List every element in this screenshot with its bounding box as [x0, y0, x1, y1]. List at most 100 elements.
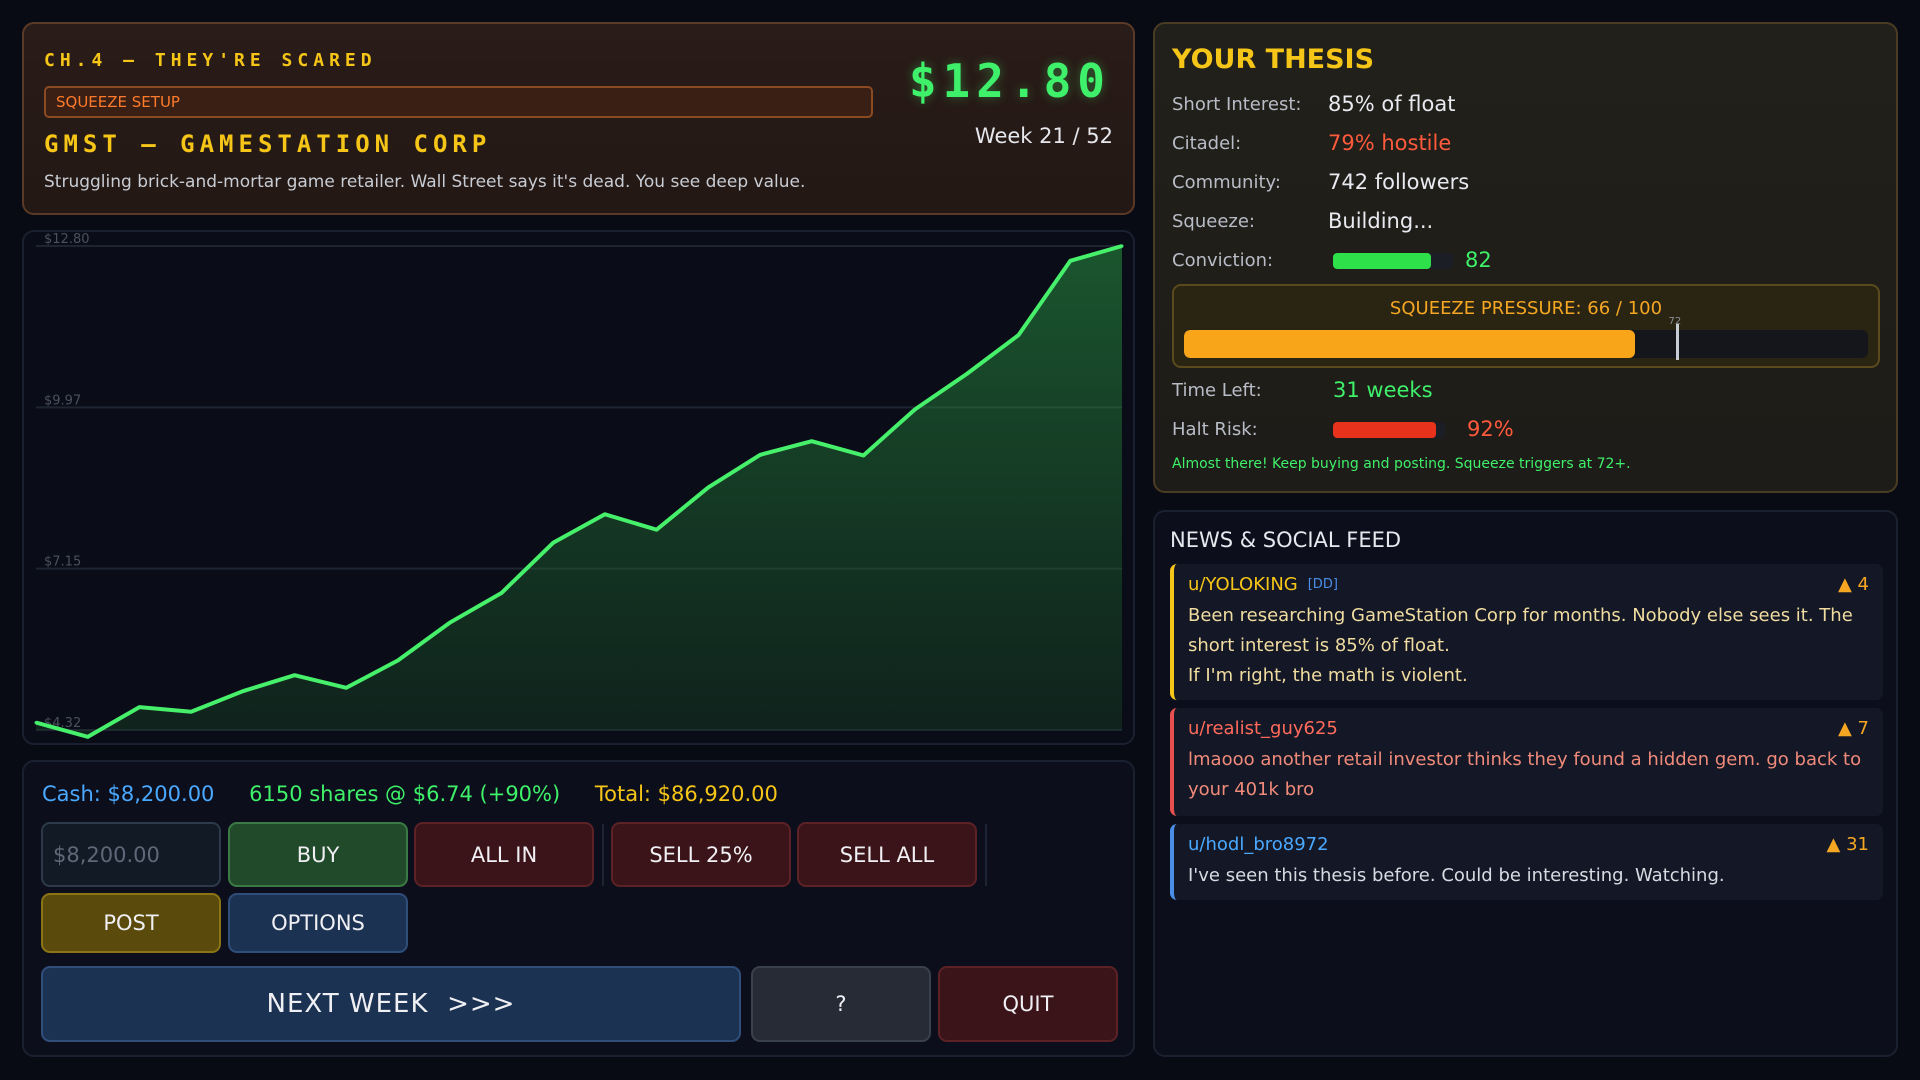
halt-risk-value: 92% [1467, 417, 1514, 441]
week-counter: Week 21 / 52 [974, 124, 1113, 148]
post-button[interactable]: POST [41, 893, 221, 953]
time-left-value: 31 weeks [1333, 378, 1433, 402]
post-body: I've seen this thesis before. Could be i… [1188, 861, 1869, 891]
buy-button[interactable]: BUY [228, 822, 408, 887]
post-line: lmaooo another retail investor thinks th… [1188, 749, 1862, 770]
citadel-label: Citadel: [1172, 133, 1242, 154]
price-point [655, 528, 659, 532]
price-point [965, 372, 969, 376]
thesis-hint: Almost there! Keep buying and posting. S… [1172, 456, 1631, 472]
squeeze-pressure-fill [1184, 330, 1636, 358]
divider [602, 824, 604, 886]
price-point [861, 453, 865, 457]
post-line: Been researching GameStation Corp for mo… [1188, 605, 1853, 626]
squeeze-pressure-label: SQUEEZE PRESSURE: 66 / 100 [1389, 298, 1663, 319]
price-point [448, 621, 452, 625]
time-left-label: Time Left: [1172, 380, 1262, 401]
trade-panel: Cash: $8,200.00 6150 shares @ $6.74 (+90… [22, 760, 1135, 1057]
sell-all-button[interactable]: SELL ALL [797, 822, 977, 887]
price-point [551, 541, 555, 545]
conviction-label: Conviction: [1172, 250, 1274, 271]
stock-header: CH.4 — THEY'RE SCARED SQUEEZE SETUP GMST… [22, 22, 1135, 215]
squeeze-pressure-bar [1184, 330, 1868, 358]
price-point [86, 735, 90, 739]
post-username[interactable]: u/hodl_bro8972 [1188, 834, 1329, 855]
feed-title: NEWS & SOCIAL FEED [1170, 528, 1402, 552]
price-point [706, 485, 710, 489]
halt-risk-bar-fill [1333, 422, 1437, 438]
price-point [603, 512, 607, 516]
y-tick-label: $7.15 [44, 555, 81, 570]
cash-value: Cash: $8,200.00 [42, 782, 215, 806]
community-label: Community: [1172, 172, 1281, 193]
quit-button[interactable]: QUIT [938, 966, 1118, 1042]
post-username[interactable]: u/realist_guy625 [1188, 718, 1338, 739]
current-price: $12.80 [908, 54, 1111, 108]
price-point [1068, 259, 1072, 263]
price-point [293, 673, 297, 677]
price-chart: $12.80 $9.97 $7.15 $4.32 [22, 230, 1135, 745]
short-interest-value: 85% of float [1328, 92, 1456, 116]
thesis-panel: YOUR THESIS Short Interest: 85% of float… [1153, 22, 1898, 493]
price-point [758, 453, 762, 457]
price-point [499, 591, 503, 595]
upvote-count[interactable]: ▲ 4 [1838, 574, 1869, 595]
price-point [396, 658, 400, 662]
price-chart-svg: $12.80$9.97$7.15$4.32 [34, 232, 1124, 739]
halt-risk-label: Halt Risk: [1172, 419, 1258, 440]
price-point [137, 705, 141, 709]
price-area [36, 246, 1122, 737]
price-point [189, 710, 193, 714]
ticker-name: GMST — GAMESTATION CORP [44, 130, 492, 158]
post-body: Been researching GameStation Corp for mo… [1188, 601, 1869, 691]
shares-value: 6150 shares @ $6.74 (+90%) [249, 782, 561, 806]
total-value: Total: $86,920.00 [594, 782, 778, 806]
amount-input[interactable] [41, 822, 221, 887]
price-point [241, 689, 245, 693]
all-in-button[interactable]: ALL IN [414, 822, 594, 887]
next-week-button[interactable]: NEXT WEEK >>> [41, 966, 741, 1042]
squeeze-threshold-marker [1676, 324, 1680, 360]
post-body: lmaooo another retail investor thinks th… [1188, 745, 1869, 805]
conviction-bar [1333, 253, 1453, 269]
price-point [913, 407, 917, 411]
news-feed: NEWS & SOCIAL FEED u/YOLOKING [DD] ▲ 4 B… [1153, 510, 1898, 1057]
community-value: 742 followers [1328, 170, 1470, 194]
sell-25-button[interactable]: SELL 25% [611, 822, 791, 887]
price-point [810, 439, 814, 443]
chapter-title: CH.4 — THEY'RE SCARED [44, 50, 377, 71]
help-button[interactable]: ? [751, 966, 931, 1042]
y-tick-label: $9.97 [44, 393, 81, 408]
phase-tag: SQUEEZE SETUP [44, 86, 873, 118]
price-point [1120, 244, 1124, 248]
squeeze-threshold-label: 72 [1668, 316, 1682, 327]
thesis-title: YOUR THESIS [1172, 44, 1375, 75]
feed-post[interactable]: u/realist_guy625 ▲ 7 lmaooo another reta… [1170, 708, 1883, 816]
conviction-bar-fill [1333, 253, 1432, 269]
conviction-value: 82 [1465, 248, 1492, 272]
upvote-count[interactable]: ▲ 31 [1827, 834, 1869, 855]
price-point [344, 686, 348, 690]
portfolio-stats: Cash: $8,200.00 6150 shares @ $6.74 (+90… [42, 782, 806, 806]
feed-post[interactable]: u/hodl_bro8972 ▲ 31 I've seen this thesi… [1170, 824, 1883, 900]
post-line: your 401k bro [1188, 779, 1315, 800]
price-point [34, 721, 38, 725]
squeeze-value: Building... [1328, 209, 1434, 233]
upvote-count[interactable]: ▲ 7 [1838, 718, 1869, 739]
post-tag: [DD] [1307, 577, 1338, 592]
citadel-value: 79% hostile [1328, 131, 1452, 155]
squeeze-pressure: SQUEEZE PRESSURE: 66 / 100 72 [1172, 284, 1880, 368]
halt-risk-bar [1333, 422, 1445, 438]
post-line: short interest is 85% of float. [1188, 635, 1450, 656]
post-username[interactable]: u/YOLOKING [1188, 574, 1298, 595]
short-interest-label: Short Interest: [1172, 94, 1302, 115]
options-button[interactable]: OPTIONS [228, 893, 408, 953]
post-line: I've seen this thesis before. Could be i… [1188, 865, 1725, 886]
divider [985, 824, 987, 886]
squeeze-label: Squeeze: [1172, 211, 1255, 232]
price-point [1017, 333, 1021, 337]
post-line: If I'm right, the math is violent. [1188, 665, 1468, 686]
y-tick-label: $12.80 [44, 232, 90, 247]
stock-description: Struggling brick-and-mortar game retaile… [44, 172, 806, 192]
feed-post[interactable]: u/YOLOKING [DD] ▲ 4 Been researching Gam… [1170, 564, 1883, 700]
